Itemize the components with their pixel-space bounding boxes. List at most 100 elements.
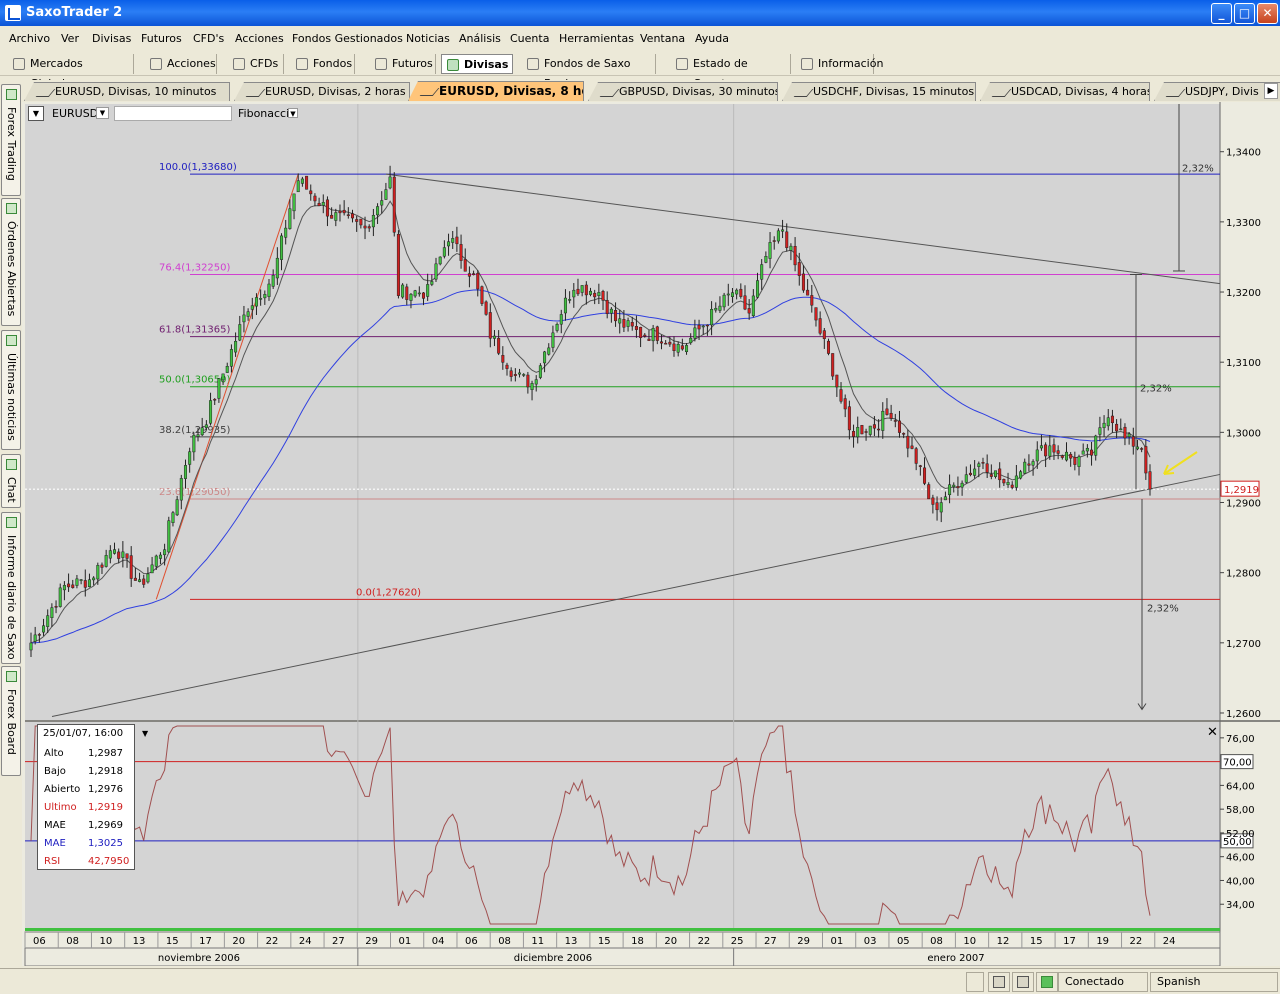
toolbar-estado-de-cuenta[interactable]: Estado de Cuenta (671, 54, 791, 90)
x-tick-label: 17 (199, 936, 212, 947)
candle-body (75, 578, 79, 586)
chart-tab-usdchf-divisas-15-minutos[interactable]: USDCHF, Divisas, 15 minutos (782, 82, 976, 101)
candle-body (1035, 449, 1039, 462)
candle-body (864, 431, 868, 433)
candle-body (183, 465, 187, 479)
candle-body (534, 379, 538, 385)
toolbar-futuros[interactable]: Futuros (370, 54, 436, 74)
symbol-search-input[interactable] (114, 106, 232, 121)
symbol-dropdown-icon[interactable]: ▼ (96, 107, 109, 119)
candle-body (622, 319, 626, 328)
rsi-y-tick-label: 34,00 (1226, 900, 1255, 911)
candle-body (593, 292, 597, 298)
candle-body (463, 259, 467, 272)
menu-ayuda[interactable]: Ayuda (695, 32, 729, 45)
menu-ventana[interactable]: Ventana (640, 32, 685, 45)
maximize-button[interactable]: □ (1234, 3, 1255, 24)
candle-body (1044, 444, 1048, 457)
fib-label: 61.8(1,31365) (159, 325, 231, 336)
candle-body (346, 214, 350, 216)
rsi-bottom-bar (25, 928, 1220, 931)
chart-tab-eurusd-divisas-2-horas[interactable]: EURUSD, Divisas, 2 horas (234, 82, 410, 101)
toolbar-divisas-icon (447, 59, 459, 71)
menu-acciones[interactable]: Acciones (235, 32, 284, 45)
candle-body (129, 555, 133, 579)
candle-body (1077, 456, 1081, 467)
minimize-button[interactable]: _ (1211, 3, 1232, 24)
candle-body (897, 420, 901, 433)
candle-body (1102, 422, 1106, 429)
price-chart[interactable]: 100.0(1,33680) 76.4(1,32250) 61.8(1,31365)… (22, 102, 1280, 966)
candle-body (100, 564, 104, 568)
legend-key: RSI (44, 856, 61, 867)
toolbar-informacion[interactable]: Información (796, 54, 883, 74)
candle-body (37, 634, 41, 636)
chart-tab-eurusd-divisas-8-horas[interactable]: EURUSD, Divisas, 8 horas (408, 81, 584, 101)
menu-cuenta[interactable]: Cuenta (510, 32, 549, 45)
side-tab-forex-board[interactable]: Forex Board (1, 666, 21, 776)
x-tick-label: 20 (664, 936, 677, 947)
candle-body (238, 324, 242, 341)
legend-dropdown-icon[interactable]: ▼ (142, 729, 149, 738)
side-tab-ordenes-abiertas[interactable]: Órdenes Abiertas (1, 198, 21, 326)
chart-tab-gbpusd-divisas-30-minutos[interactable]: GBPUSD, Divisas, 30 minutos (588, 82, 778, 101)
candle-body (772, 240, 776, 242)
candle-body (54, 606, 58, 608)
menu-cfd-s[interactable]: CFD's (193, 32, 224, 45)
candle-body (392, 176, 396, 233)
candle-body (776, 230, 780, 242)
candle-body (1127, 433, 1131, 437)
candle-body (96, 565, 100, 580)
menu-archivo[interactable]: Archivo (9, 32, 50, 45)
tab-scroll-right-icon[interactable]: ▶ (1264, 83, 1278, 99)
chart-tab-usdjpy-divis[interactable]: USDJPY, Divis (1154, 82, 1280, 101)
candle-body (822, 330, 826, 339)
menu-futuros[interactable]: Futuros (141, 32, 182, 45)
chart-canvas[interactable]: 100.0(1,33680) 76.4(1,32250) 61.8(1,31365)… (22, 102, 1280, 966)
toolbar-fondos-de-saxo-bank-icon (527, 58, 539, 70)
candle-body (175, 499, 179, 516)
candle-body (384, 189, 388, 200)
candle-body (701, 325, 705, 328)
close-pane-icon[interactable]: ✕ (1207, 725, 1218, 740)
candle-body (1106, 417, 1110, 427)
candle-body (530, 383, 534, 390)
toolbar-label: CFDs (250, 57, 279, 70)
candle-body (417, 292, 421, 295)
study-dropdown-icon[interactable]: ▼ (288, 108, 298, 118)
candle-body (998, 468, 1002, 481)
menu-noticias[interactable]: Noticias (406, 32, 450, 45)
candle-body (92, 577, 96, 581)
side-tab-chat[interactable]: Chat (1, 454, 21, 508)
menu-herramientas[interactable]: Herramientas (559, 32, 634, 45)
candle-body (714, 307, 718, 311)
toolbar-cfds[interactable]: CFDs (228, 54, 284, 74)
menu-ver[interactable]: Ver (61, 32, 79, 45)
chart-tab-usdcad-divisas-4-horas[interactable]: USDCAD, Divisas, 4 horas (980, 82, 1150, 101)
candle-body (1115, 423, 1119, 432)
candle-body (580, 285, 584, 293)
toolbar-divisas[interactable]: Divisas (441, 54, 513, 74)
candle-body (597, 292, 601, 296)
toolbar-fondos[interactable]: Fondos (291, 54, 355, 74)
x-tick-label: 11 (531, 936, 544, 947)
menu-divisas[interactable]: Divisas (92, 32, 131, 45)
candle-body (555, 324, 559, 331)
menu-analisis[interactable]: Análisis (459, 32, 501, 45)
chart-menu-button[interactable]: ▼ (28, 106, 44, 121)
toolbar-fondos-de-saxo-bank[interactable]: Fondos de Saxo Bank (522, 54, 656, 90)
toolbar-mercados-globales[interactable]: Mercados Globales (8, 54, 134, 90)
toolbar-acciones[interactable]: Acciones (145, 54, 217, 74)
candle-body (396, 233, 400, 296)
side-tab-forex-trading[interactable]: Forex Trading (1, 84, 21, 196)
close-button[interactable]: ✕ (1257, 3, 1278, 24)
x-tick-label: 18 (631, 936, 644, 947)
menu-fondos-gestionados[interactable]: Fondos Gestionados (292, 32, 403, 45)
candle-body (359, 218, 363, 226)
candle-body (376, 206, 380, 216)
side-tab-informe-diario-de-saxo[interactable]: Informe diario de Saxo (1, 512, 21, 664)
side-tab-ultimas-noticias[interactable]: Últimas noticias (1, 330, 21, 450)
legend-key: Bajo (44, 766, 66, 777)
chart-tab-eurusd-divisas-10-minutos[interactable]: EURUSD, Divisas, 10 minutos (24, 82, 230, 101)
candle-body (480, 286, 484, 304)
